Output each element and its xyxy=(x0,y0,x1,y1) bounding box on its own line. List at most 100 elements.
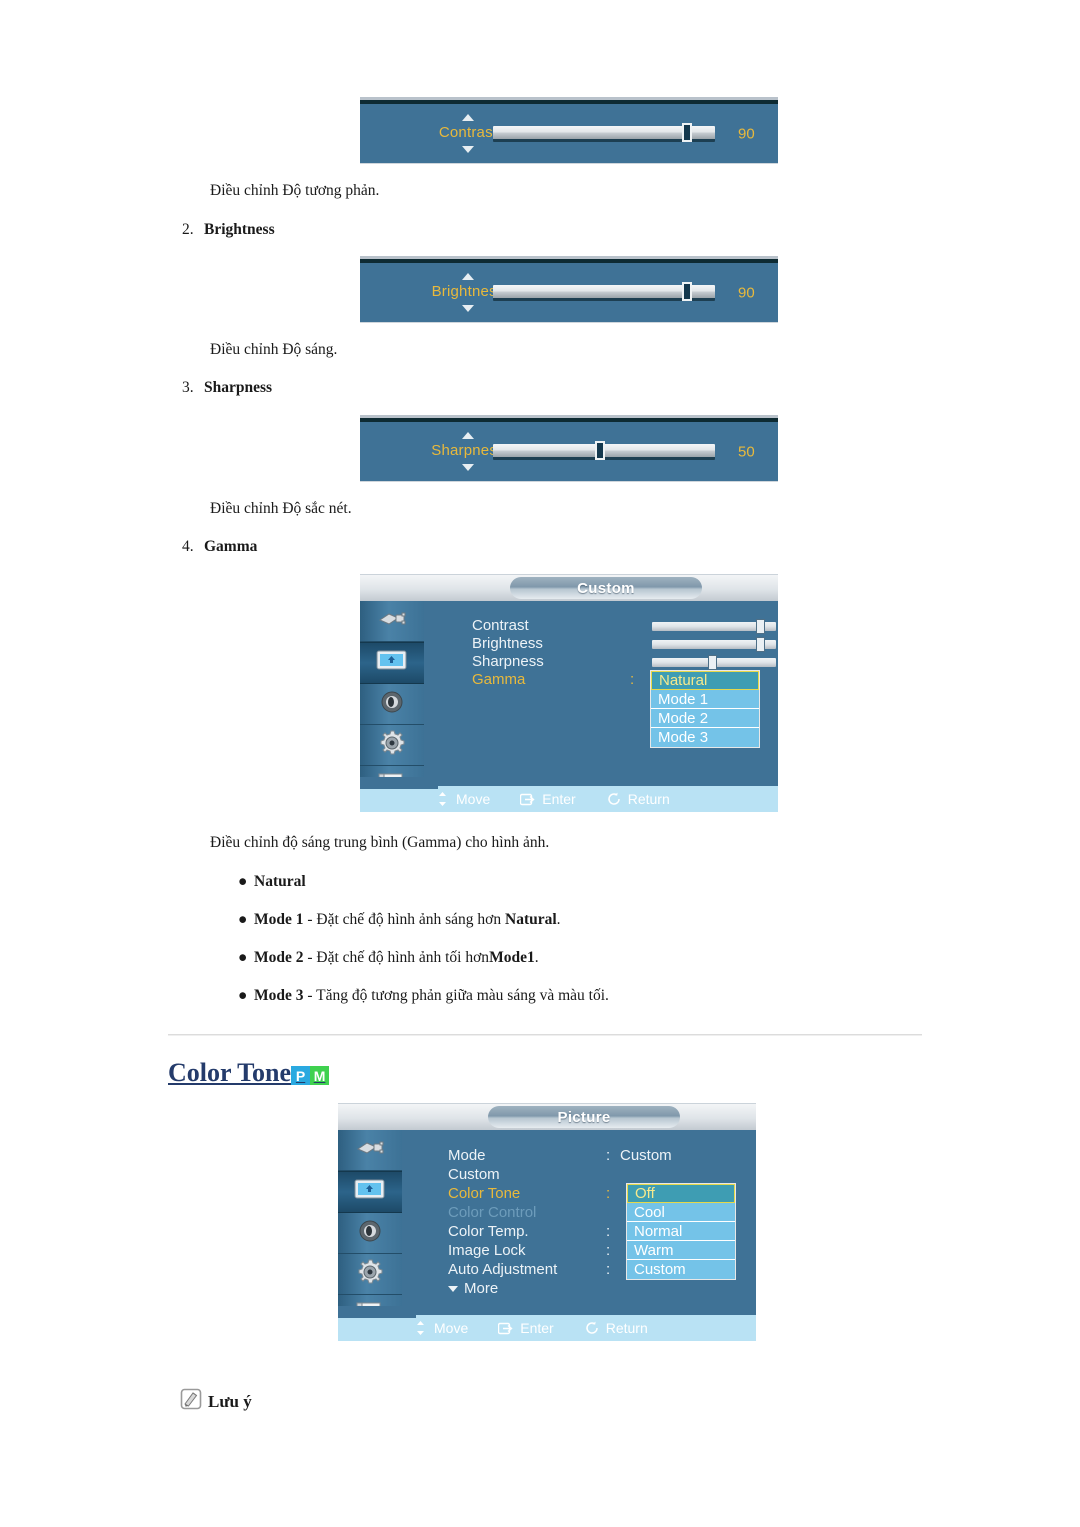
gamma-option-natural[interactable]: Natural xyxy=(651,671,759,690)
setup-gear-icon xyxy=(355,1258,385,1291)
gamma-bullet-mode-3-label: Mode 3 xyxy=(254,987,304,1004)
badge-m: M xyxy=(310,1066,330,1085)
note-label: Lưu ý xyxy=(208,1391,252,1411)
color-tone-option-cool[interactable]: Cool xyxy=(627,1203,735,1222)
sharpness-slider-track[interactable] xyxy=(493,440,715,460)
footer-return-label: Return xyxy=(605,1320,648,1336)
return-arrow-icon xyxy=(606,791,622,807)
sidebar-item-sound[interactable] xyxy=(338,1213,402,1254)
osd-custom-body: Contrast 90 Brightness 90 Sharpness 50 G… xyxy=(424,601,778,812)
osd-custom-titlebar: Custom xyxy=(360,575,778,601)
osd-row-gamma[interactable]: Gamma xyxy=(472,671,525,688)
osd-mode-value: Custom xyxy=(620,1147,672,1164)
triangle-up-icon[interactable] xyxy=(462,114,474,122)
osd-custom-title: Custom xyxy=(577,579,635,597)
footer-move[interactable]: Move xyxy=(434,791,490,807)
osd-row-custom[interactable]: Custom xyxy=(448,1166,500,1183)
osd-row-more[interactable]: More xyxy=(448,1280,498,1297)
osd-picture-title-pill: Picture xyxy=(488,1106,680,1128)
gamma-bullet-natural: ● Natural xyxy=(238,873,306,891)
footer-enter[interactable]: Enter xyxy=(520,791,576,807)
footer-move-label: Move xyxy=(456,791,491,807)
return-arrow-icon xyxy=(584,1320,600,1336)
color-tone-option-off[interactable]: Off xyxy=(627,1184,735,1203)
color-tone-dropdown[interactable]: Off Cool Normal Warm Custom xyxy=(626,1183,736,1280)
gamma-dropdown[interactable]: Natural Mode 1 Mode 2 Mode 3 xyxy=(650,670,760,748)
gamma-bullet-natural-label: Natural xyxy=(254,873,306,890)
osd-menu-custom[interactable]: Custom Contrast Brightness Sharpness Gam… xyxy=(360,574,778,812)
contrast-label: Contrast xyxy=(438,124,498,142)
osd-custom-title-pill: Custom xyxy=(510,577,702,599)
footer-enter-label: Enter xyxy=(542,791,576,807)
osd-row-contrast[interactable]: Contrast xyxy=(472,617,529,634)
osd-row-brightness[interactable]: Brightness xyxy=(472,635,543,652)
osd-more-label: More xyxy=(464,1280,499,1297)
footer-enter-label: Enter xyxy=(520,1320,554,1336)
osd-row-sharpness[interactable]: Sharpness xyxy=(472,653,544,670)
footer-move-label: Move xyxy=(434,1320,469,1336)
brightness-slider-panel[interactable]: Brightness 90 xyxy=(360,256,778,322)
gamma-bullet-mode-1: ● Mode 1 - Đặt chế độ hình ảnh sáng hơn N… xyxy=(238,911,561,929)
gamma-bullet-mode-1-ref: Natural xyxy=(505,911,557,928)
gamma-bullet-mode-3-text: - Tăng độ tương phản giữa màu sáng và mà… xyxy=(303,987,609,1004)
gamma-option-mode-1[interactable]: Mode 1 xyxy=(651,690,759,709)
osd-row-image-lock[interactable]: Image Lock xyxy=(448,1242,526,1259)
color-tone-option-custom[interactable]: Custom xyxy=(627,1260,735,1279)
badge-p: P xyxy=(291,1066,311,1085)
sidebar-item-picture[interactable] xyxy=(338,1171,402,1213)
osd-contrast-track[interactable] xyxy=(652,619,776,634)
gamma-bullet-mode-1-text: - Đặt chế độ hình ảnh sáng hơn xyxy=(303,911,505,928)
osd-picture-footer: Move Enter Return xyxy=(338,1306,756,1341)
sidebar-item-sound[interactable] xyxy=(360,684,424,725)
sharpness-slider-panel[interactable]: Sharpness 50 xyxy=(360,415,778,481)
osd-custom-footer: Move Enter Return xyxy=(360,777,778,812)
sidebar-item-picture[interactable] xyxy=(360,642,424,684)
osd-row-color-tone[interactable]: Color Tone xyxy=(448,1185,520,1202)
sharpness-slider-thumb[interactable] xyxy=(595,440,606,460)
brightness-slider-thumb[interactable] xyxy=(681,281,692,301)
color-tone-option-normal[interactable]: Normal xyxy=(627,1222,735,1241)
brightness-value: 90 xyxy=(738,284,755,301)
sidebar-item-setup[interactable] xyxy=(360,725,424,766)
osd-brightness-track[interactable] xyxy=(652,637,776,652)
osd-auto-adjustment-colon: : xyxy=(606,1261,611,1278)
osd-row-mode[interactable]: Mode xyxy=(448,1147,486,1164)
gamma-bullet-mode-2-text: - Đặt chế độ hình ảnh tối hơn xyxy=(303,949,490,966)
footer-return[interactable]: Return xyxy=(584,1320,648,1336)
osd-row-color-temp[interactable]: Color Temp. xyxy=(448,1223,529,1240)
triangle-down-icon[interactable] xyxy=(462,304,474,312)
contrast-slider-track[interactable] xyxy=(493,122,715,142)
gamma-option-mode-2[interactable]: Mode 2 xyxy=(651,709,759,728)
osd-contrast-thumb[interactable] xyxy=(756,619,765,634)
osd-color-temp-colon: : xyxy=(606,1223,611,1240)
color-tone-option-warm[interactable]: Warm xyxy=(627,1241,735,1260)
osd-sharpness-track[interactable] xyxy=(652,655,776,670)
gamma-bullet-mode-2-tail: . xyxy=(534,949,539,966)
osd-row-color-control: Color Control xyxy=(448,1204,537,1221)
brightness-caption: Điều chỉnh Độ sáng. xyxy=(210,341,338,358)
footer-return[interactable]: Return xyxy=(606,791,670,807)
triangle-up-icon[interactable] xyxy=(462,273,474,281)
triangle-down-icon[interactable] xyxy=(462,463,474,471)
section-divider xyxy=(168,1034,922,1036)
footer-move[interactable]: Move xyxy=(412,1320,468,1336)
sound-speaker-icon xyxy=(379,689,405,720)
contrast-slider-panel[interactable]: Contrast 90 xyxy=(360,97,778,163)
contrast-slider-thumb[interactable] xyxy=(681,122,692,142)
footer-enter[interactable]: Enter xyxy=(498,1320,554,1336)
picture-monitor-icon xyxy=(353,1177,387,1208)
osd-picture-titlebar: Picture xyxy=(338,1104,756,1130)
list-item-number: 3. xyxy=(182,379,194,396)
sidebar-item-input-source[interactable] xyxy=(338,1130,402,1171)
osd-row-auto-adjustment[interactable]: Auto Adjustment xyxy=(448,1261,557,1278)
gamma-bullet-mode-1-label: Mode 1 xyxy=(254,911,304,928)
brightness-slider-track[interactable] xyxy=(493,281,715,301)
sidebar-item-input-source[interactable] xyxy=(360,601,424,642)
osd-sharpness-thumb[interactable] xyxy=(708,655,717,670)
triangle-down-icon[interactable] xyxy=(462,145,474,153)
osd-menu-picture[interactable]: Picture Mode: Custom Custom Color Tone … xyxy=(338,1103,756,1341)
osd-brightness-thumb[interactable] xyxy=(756,637,765,652)
triangle-up-icon[interactable] xyxy=(462,432,474,440)
sidebar-item-setup[interactable] xyxy=(338,1254,402,1295)
gamma-option-mode-3[interactable]: Mode 3 xyxy=(651,728,759,747)
